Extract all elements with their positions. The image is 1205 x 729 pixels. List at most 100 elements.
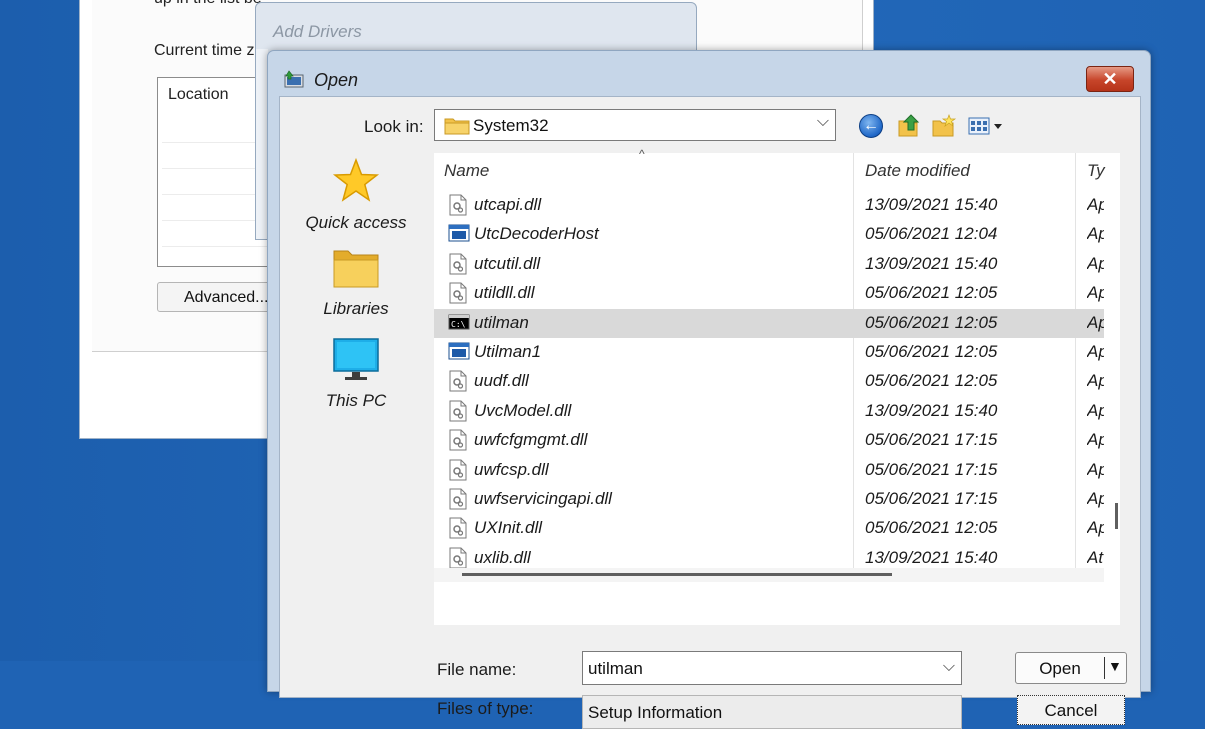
file-row[interactable]: C:\ utilman 05/06/2021 12:05 Ap	[434, 308, 1104, 338]
file-date-modified: 05/06/2021 12:05	[865, 518, 998, 538]
file-row[interactable]: utcapi.dll 13/09/2021 15:40 Ap	[434, 191, 1104, 220]
column-header-date-modified[interactable]: Date modified	[865, 161, 970, 181]
horizontal-scrollbar-thumb[interactable]	[462, 573, 892, 576]
file-date-modified: 13/09/2021 15:40	[865, 547, 998, 567]
dll-file-icon	[448, 517, 468, 539]
file-row[interactable]: utildll.dll 05/06/2021 12:05 Ap	[434, 279, 1104, 308]
file-row[interactable]: uwfcsp.dll 05/06/2021 17:15 Ap	[434, 456, 1104, 485]
column-header-name[interactable]: Name	[444, 161, 489, 181]
places-bar: Quick access Libraries This PC	[300, 157, 412, 457]
open-dialog-title: Open	[314, 70, 359, 90]
place-this-pc[interactable]: This PC	[300, 337, 412, 411]
close-icon: ✕	[1102, 69, 1118, 89]
file-row[interactable]: UXInit.dll 05/06/2021 12:05 Ap	[434, 514, 1104, 543]
file-name: uxlib.dll	[474, 547, 531, 567]
up-folder-icon[interactable]	[895, 112, 923, 140]
column-header-type[interactable]: Ty	[1087, 161, 1105, 181]
file-type-label: Files of type:	[437, 699, 534, 718]
file-row[interactable]: uudf.dll 05/06/2021 12:05 Ap	[434, 367, 1104, 396]
vertical-scrollbar-thumb[interactable]	[1115, 503, 1118, 529]
file-type-dropdown[interactable]: Setup Information	[582, 695, 962, 729]
view-menu-icon[interactable]	[967, 112, 1007, 140]
file-date-modified: 05/06/2021 17:15	[865, 430, 998, 450]
file-name-value: utilman	[588, 659, 643, 678]
file-row[interactable]: UtcDecoderHost 05/06/2021 12:04 Ap	[434, 220, 1104, 249]
place-label: Libraries	[323, 299, 389, 318]
file-date-modified: 05/06/2021 12:05	[865, 371, 998, 391]
monitor-icon	[333, 338, 379, 380]
exe-window-icon	[448, 341, 470, 363]
file-type: Ap	[1087, 459, 1104, 479]
file-type: Ap	[1087, 342, 1104, 361]
look-in-dropdown[interactable]: System32 ⌵	[434, 109, 836, 141]
dll-file-icon	[448, 488, 468, 510]
file-type: Ap	[1087, 518, 1104, 538]
cancel-button-label: Cancel	[1044, 701, 1098, 720]
file-row[interactable]: utcutil.dll 13/09/2021 15:40 Ap	[434, 250, 1104, 279]
file-type: Ap	[1087, 195, 1104, 214]
open-button-label: Open	[1039, 659, 1081, 678]
svg-text:C:\: C:\	[451, 320, 466, 329]
dll-file-icon	[448, 370, 468, 392]
file-type: Ap	[1087, 489, 1104, 508]
libraries-folder-icon	[333, 250, 379, 288]
file-date-modified: 05/06/2021 12:04	[865, 224, 998, 244]
file-type: Ap	[1087, 283, 1104, 303]
file-row[interactable]: uwfcfgmgmt.dll 05/06/2021 17:15 Ap	[434, 426, 1104, 455]
open-dialog-titlebar[interactable]: Open ✕	[268, 51, 1150, 97]
look-in-label: Look in:	[364, 117, 424, 136]
split-button-divider	[1104, 657, 1105, 679]
open-button[interactable]: Open ▼	[1015, 652, 1127, 684]
file-type: Ap	[1087, 400, 1104, 420]
file-type: Ap	[1087, 224, 1104, 244]
back-arrow-icon[interactable]: ←	[859, 114, 883, 138]
horizontal-scrollbar[interactable]	[434, 568, 1104, 582]
file-name-label: File name:	[437, 660, 517, 679]
file-name: uwfcsp.dll	[474, 459, 549, 479]
file-type: Ap	[1087, 371, 1104, 391]
place-label: Quick access	[305, 213, 407, 232]
advanced-button[interactable]: Advanced...	[157, 282, 282, 312]
file-date-modified: 13/09/2021 15:40	[865, 400, 998, 420]
open-dialog-icon	[284, 70, 304, 88]
dll-file-icon	[448, 253, 468, 275]
file-name: uwfservicingapi.dll	[474, 489, 612, 508]
file-name: uudf.dll	[474, 371, 529, 391]
file-date-modified: 05/06/2021 17:15	[865, 489, 998, 508]
file-row[interactable]: Utilman1 05/06/2021 12:05 Ap	[434, 338, 1104, 367]
sort-ascending-icon: ^	[639, 147, 645, 161]
cancel-button[interactable]: Cancel	[1017, 695, 1125, 725]
add-drivers-title: Add Drivers	[273, 22, 362, 41]
file-name-input[interactable]: utilman ⌵	[582, 651, 962, 685]
file-name: UtcDecoderHost	[474, 224, 599, 244]
place-label: This PC	[325, 391, 387, 410]
file-name: utcutil.dll	[474, 253, 541, 273]
file-type: Ap	[1087, 312, 1104, 332]
file-name: UXInit.dll	[474, 518, 543, 538]
dll-file-icon	[448, 547, 468, 569]
file-name: utildll.dll	[474, 283, 535, 303]
file-name: UvcModel.dll	[474, 400, 572, 420]
file-name: uwfcfgmgmt.dll	[474, 430, 588, 450]
folder-icon	[444, 118, 470, 135]
close-button[interactable]: ✕	[1086, 66, 1134, 92]
place-quick-access[interactable]: Quick access	[300, 157, 412, 233]
new-folder-icon[interactable]	[930, 112, 958, 140]
file-row[interactable]: uwfservicingapi.dll 05/06/2021 17:15 Ap	[434, 485, 1104, 514]
file-date-modified: 05/06/2021 17:15	[865, 459, 998, 479]
file-type-value: Setup Information	[588, 703, 723, 722]
dll-file-icon	[448, 194, 468, 216]
file-row[interactable]: UvcModel.dll 13/09/2021 15:40 Ap	[434, 397, 1104, 426]
file-name: utilman	[474, 312, 529, 332]
place-libraries[interactable]: Libraries	[300, 247, 412, 319]
file-date-modified: 13/09/2021 15:40	[865, 195, 998, 214]
dll-file-icon	[448, 400, 468, 422]
back-arrow-glyph: ←	[863, 117, 879, 134]
dropdown-arrow-icon[interactable]: ▼	[1108, 658, 1122, 674]
file-date-modified: 05/06/2021 12:05	[865, 312, 998, 332]
exe-window-icon	[448, 223, 470, 245]
file-name: utcapi.dll	[474, 195, 542, 214]
dll-file-icon	[448, 429, 468, 451]
file-list[interactable]: ^ Name Date modified Ty utcapi.dll 13/09/…	[434, 147, 1120, 625]
console-exe-icon: C:\	[448, 312, 470, 334]
